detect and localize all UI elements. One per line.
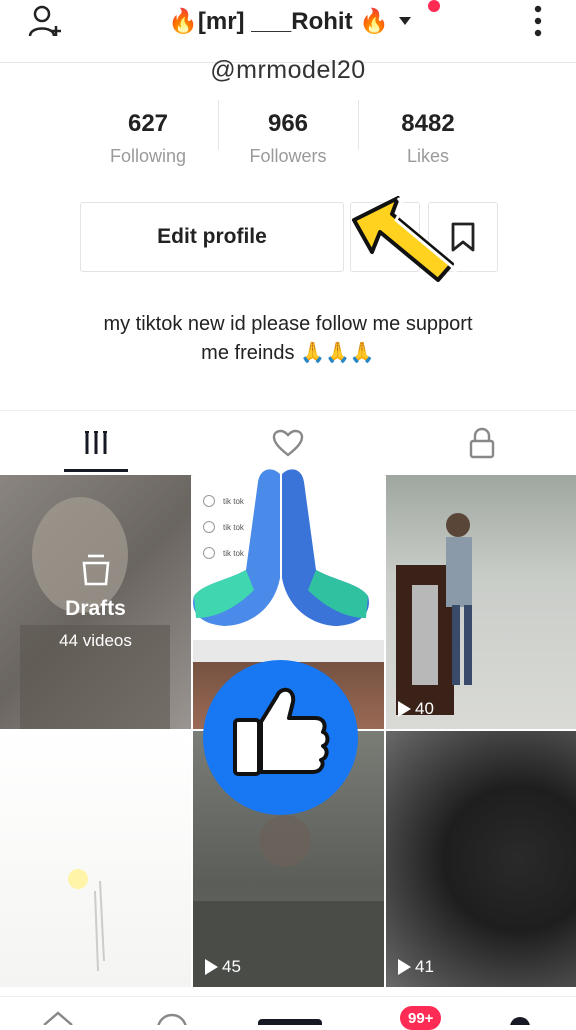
drafts-tile[interactable]: Drafts 44 videos xyxy=(0,475,191,729)
play-icon xyxy=(398,701,411,717)
play-icon xyxy=(398,959,411,975)
top-bar: 🔥[mr] ___Rohit 🔥 xyxy=(0,0,576,63)
view-count: 45 xyxy=(205,957,241,977)
stat-likes[interactable]: 8482 Likes xyxy=(358,110,498,167)
tab-liked[interactable] xyxy=(256,423,320,463)
view-count: 40 xyxy=(398,699,434,719)
yellow-arrow-icon xyxy=(348,192,460,284)
bio-line: my tiktok new id please follow me suppor… xyxy=(103,313,473,335)
username: @mrmodel20 xyxy=(210,56,366,84)
video-thumbnail xyxy=(396,513,472,715)
view-count: 41 xyxy=(398,957,434,977)
profile-bio: my tiktok new id please follow me suppor… xyxy=(40,310,536,368)
likes-count: 8482 xyxy=(401,110,455,137)
tab-private[interactable] xyxy=(450,423,514,463)
lock-icon xyxy=(469,427,495,459)
likes-label: Likes xyxy=(406,146,450,166)
following-count: 627 xyxy=(127,110,169,137)
active-tab-indicator xyxy=(64,469,128,472)
play-icon xyxy=(205,959,218,975)
thumbs-up-icon xyxy=(203,660,358,815)
drafts-title: Drafts xyxy=(65,597,126,620)
followers-label: Followers xyxy=(249,146,327,166)
heart-icon xyxy=(272,429,304,457)
edit-profile-button[interactable]: Edit profile xyxy=(80,202,344,272)
praying-hands-icon xyxy=(188,460,374,642)
profile-stats: 627 Following 966 Followers 8482 Likes xyxy=(78,110,498,180)
drafts-count: 44 videos xyxy=(59,631,132,650)
followers-count: 966 xyxy=(267,110,309,137)
tab-videos[interactable] xyxy=(64,423,128,463)
drafts-icon xyxy=(82,554,109,586)
bottom-nav-icons xyxy=(43,1011,530,1025)
video-tile[interactable]: 41 xyxy=(386,731,576,987)
browser-bar xyxy=(193,640,384,662)
stat-followers[interactable]: 966 Followers xyxy=(218,110,358,167)
notification-dot xyxy=(428,0,440,12)
add-user-icon[interactable] xyxy=(26,2,66,42)
bottom-navigation xyxy=(0,996,576,1025)
stat-following[interactable]: 627 Following xyxy=(78,110,218,167)
video-tile[interactable] xyxy=(0,731,191,987)
stat-divider xyxy=(218,100,219,150)
video-thumbnail xyxy=(68,869,105,972)
account-switcher[interactable]: 🔥[mr] ___Rohit 🔥 xyxy=(168,4,412,38)
drafts-overlay: Drafts 44 videos xyxy=(0,475,191,729)
grid-icon xyxy=(85,431,107,454)
bio-line: me freinds 🙏🙏🙏 xyxy=(201,342,375,364)
profile-title: 🔥[mr] ___Rohit 🔥 xyxy=(168,7,390,35)
video-tile[interactable]: 40 xyxy=(386,475,576,729)
chevron-down-icon xyxy=(399,17,412,25)
stat-divider xyxy=(358,100,359,150)
inbox-badge[interactable]: 99+ xyxy=(400,1006,442,1030)
more-options-icon[interactable] xyxy=(530,4,546,38)
following-label: Following xyxy=(109,146,187,166)
